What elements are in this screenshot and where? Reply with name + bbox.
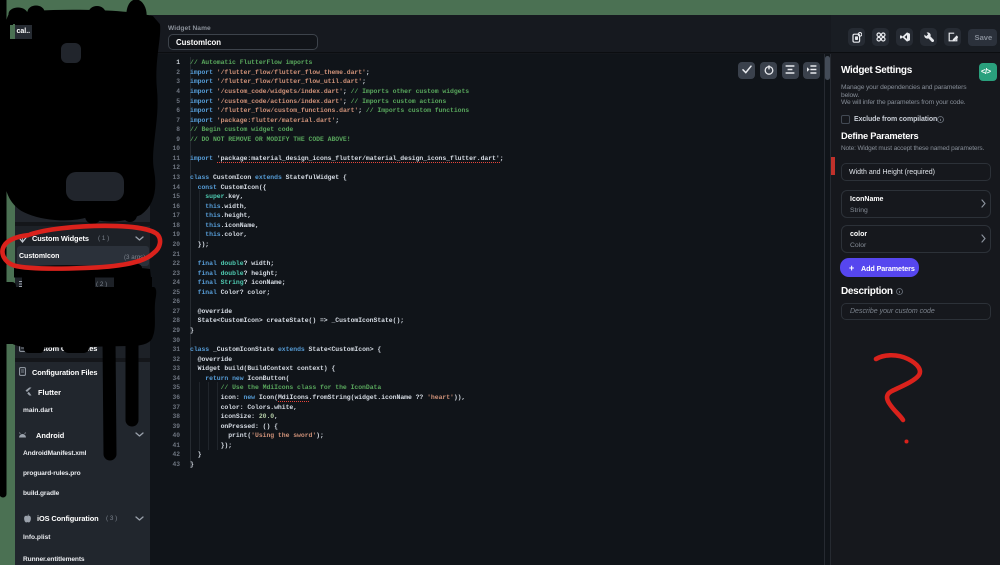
svg-text:cal..: cal.. — [17, 28, 31, 35]
